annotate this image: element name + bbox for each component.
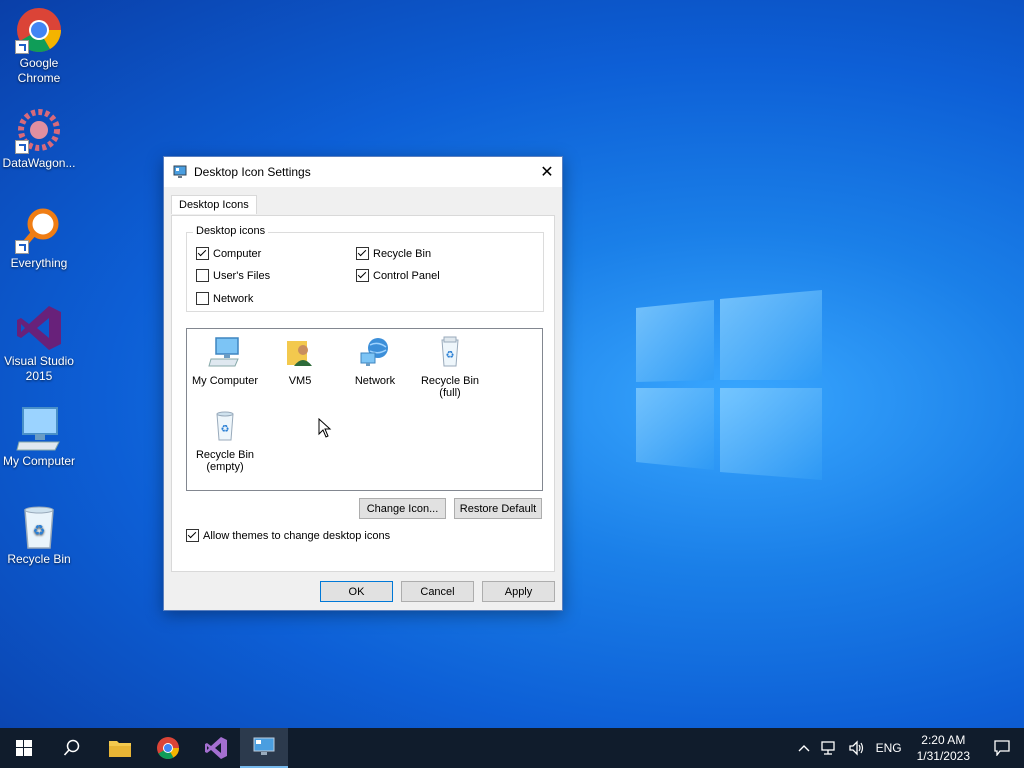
tab-desktop-icons[interactable]: Desktop Icons [171, 195, 257, 214]
list-item-label: VM5 [288, 375, 312, 387]
search-button[interactable] [48, 728, 96, 768]
desktop-icon-recycle-bin[interactable]: ♻ Recycle Bin [2, 502, 76, 567]
checkbox-allow-themes[interactable]: Allow themes to change desktop icons [186, 529, 390, 542]
system-tray: ENG 2:20 AM 1/31/2023 [793, 728, 1024, 768]
restore-default-button[interactable]: Restore Default [454, 498, 542, 519]
svg-text:♻: ♻ [33, 523, 46, 539]
checkbox-network[interactable]: Network [196, 292, 253, 305]
checkbox-label: Allow themes to change desktop icons [203, 529, 391, 542]
desktop-icon-everything[interactable]: Everything [2, 206, 76, 271]
desktop-icons-group: Desktop icons Computer User's Files Netw… [186, 225, 544, 312]
ok-button[interactable]: OK [320, 581, 393, 602]
taskbar-desktop-icon-settings[interactable] [240, 728, 288, 768]
list-item-recycle-bin-full[interactable]: ♻ Recycle Bin (full) [412, 335, 488, 399]
checkbox-box[interactable] [356, 247, 369, 260]
dialog-titlebar[interactable]: Desktop Icon Settings ✕ [164, 157, 562, 187]
list-item-recycle-bin-empty[interactable]: ♻ Recycle Bin (empty) [187, 409, 263, 473]
checkbox-label: Computer [213, 247, 262, 260]
checkbox-box[interactable] [196, 247, 209, 260]
checkbox-box[interactable] [196, 292, 209, 305]
apply-button[interactable]: Apply [482, 581, 555, 602]
group-label: Desktop icons [193, 225, 269, 237]
change-icon-button[interactable]: Change Icon... [359, 498, 446, 519]
desktop-icon-my-computer[interactable]: My Computer [2, 404, 76, 469]
checkbox-computer[interactable]: Computer [196, 247, 261, 260]
chrome-icon [157, 737, 179, 759]
desktop-icon-label: Everything [10, 256, 68, 270]
taskbar-file-explorer[interactable] [96, 728, 144, 768]
desktop-icon-settings-dialog: Desktop Icon Settings ✕ Desktop Icons De… [163, 156, 563, 611]
checkbox-box[interactable] [186, 529, 199, 542]
cancel-button[interactable]: Cancel [401, 581, 474, 602]
computer-icon [208, 337, 239, 367]
taskbar-visual-studio[interactable] [192, 728, 240, 768]
chrome-icon [15, 6, 63, 54]
clock-date: 1/31/2023 [916, 749, 970, 763]
tab-panel: Desktop icons Computer User's Files Netw… [171, 215, 555, 572]
svg-text:♻: ♻ [221, 424, 230, 435]
checkbox-box[interactable] [196, 269, 209, 282]
input-language[interactable]: ENG [871, 741, 907, 755]
checkbox-label: Network [213, 292, 254, 305]
list-item-vm5[interactable]: VM5 [262, 335, 338, 387]
windows-wallpaper-logo [636, 290, 822, 480]
taskbar-chrome[interactable] [144, 728, 192, 768]
list-item-label: Network [354, 375, 396, 387]
clock-time: 2:20 AM [921, 733, 966, 747]
list-item-my-computer[interactable]: My Computer [187, 335, 263, 387]
recycle-bin-icon: ♻ [15, 502, 63, 550]
action-center-button[interactable] [980, 740, 1024, 756]
checkbox-label: User's Files [213, 269, 271, 282]
recycle-bin-empty-icon: ♻ [216, 411, 234, 441]
desktop-icon-label: Google Chrome [17, 56, 61, 85]
list-item-label: My Computer [191, 375, 259, 387]
desktop-icon-label: My Computer [2, 454, 76, 468]
checkbox-recycle-bin[interactable]: Recycle Bin [356, 247, 431, 260]
list-item-network[interactable]: Network [337, 335, 413, 387]
network-icon[interactable] [815, 740, 843, 756]
checkbox-label: Recycle Bin [373, 247, 432, 260]
desktop-icon-google-chrome[interactable]: Google Chrome [2, 6, 76, 86]
taskbar-clock[interactable]: 2:20 AM 1/31/2023 [907, 732, 980, 764]
desktop-icon-label: DataWagon... [2, 156, 76, 170]
recycle-bin-full-icon: ♻ [441, 336, 459, 367]
desktop-icon-label: Recycle Bin [7, 552, 71, 566]
folder-icon [109, 741, 131, 757]
desktop-settings-icon [173, 165, 187, 178]
checkbox-users-files[interactable]: User's Files [196, 269, 270, 282]
notification-icon [994, 740, 1010, 756]
speaker-icon[interactable] [843, 740, 871, 756]
everything-search-icon [15, 206, 63, 254]
datawagon-icon [15, 106, 63, 154]
chevron-up-icon[interactable] [793, 744, 815, 752]
visual-studio-icon [205, 737, 227, 759]
icon-list[interactable]: My Computer VM5 Network ♻ Recycle Bin (f… [186, 328, 543, 491]
desktop-icon-datawagon[interactable]: DataWagon... [2, 106, 76, 171]
windows-start-icon [16, 740, 32, 756]
computer-icon [15, 404, 63, 452]
close-icon[interactable]: ✕ [532, 157, 562, 187]
desktop-settings-icon [253, 737, 275, 755]
mouse-cursor-icon [318, 418, 332, 438]
dialog-title: Desktop Icon Settings [194, 165, 311, 179]
checkbox-box[interactable] [356, 269, 369, 282]
list-item-label: Recycle Bin (full) [420, 375, 480, 399]
svg-text:♻: ♻ [446, 350, 455, 361]
taskbar: ENG 2:20 AM 1/31/2023 [0, 728, 1024, 768]
network-icon [360, 338, 388, 366]
visual-studio-icon [15, 304, 63, 352]
search-icon [63, 739, 80, 756]
desktop-icon-label: Visual Studio 2015 [4, 354, 74, 383]
start-button[interactable] [0, 728, 48, 768]
list-item-label: Recycle Bin (empty) [195, 449, 255, 473]
checkbox-control-panel[interactable]: Control Panel [356, 269, 440, 282]
checkbox-label: Control Panel [373, 269, 440, 282]
desktop-icon-visual-studio[interactable]: Visual Studio 2015 [2, 304, 76, 384]
user-folder-icon [287, 341, 312, 366]
